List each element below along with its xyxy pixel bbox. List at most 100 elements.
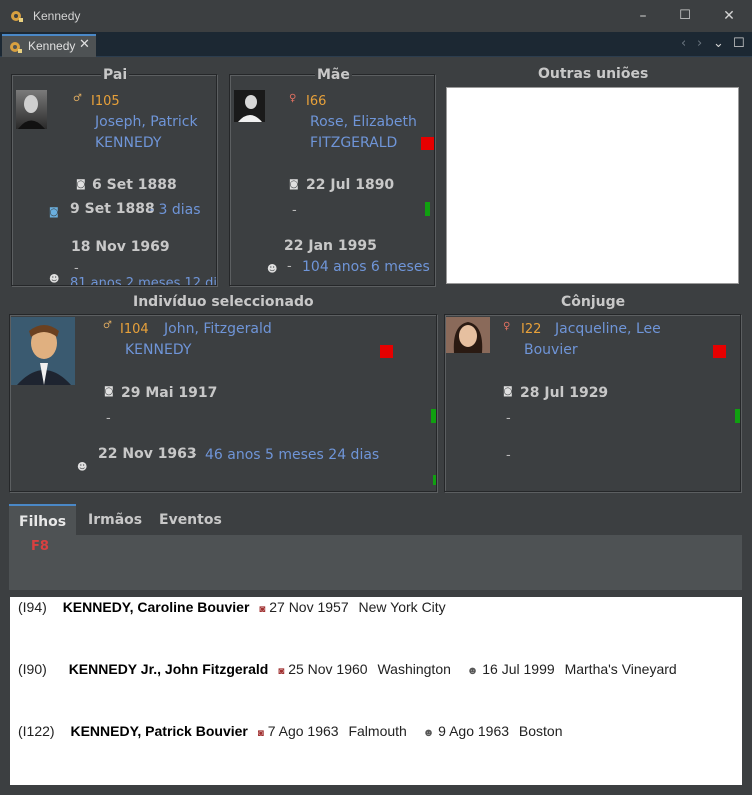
- mother-given-name[interactable]: Rose, Elizabeth: [310, 114, 417, 130]
- child-birth-date: 7 Ago 1963: [267, 723, 339, 739]
- selected-birth-place: -: [106, 411, 111, 426]
- app-icon: [11, 11, 23, 22]
- mother-photo: [234, 90, 265, 122]
- other-unions-title: Outras uniões: [536, 66, 651, 82]
- birth-icon: ◙: [259, 604, 266, 615]
- selected-given-name[interactable]: John, Fitzgerald: [164, 321, 272, 337]
- tab-events[interactable]: Eventos: [149, 504, 232, 536]
- mother-death-date: 22 Jan 1995: [284, 238, 377, 254]
- spouse-panel: ♀ I22 Jacqueline, Lee Bouvier ◙ 28 Jul 1…: [444, 314, 741, 492]
- list-item[interactable]: (I90) KENNEDY Jr., John Fitzgerald ◙ 25 …: [18, 661, 677, 677]
- child-birth-place: New York City: [358, 599, 446, 615]
- female-icon: ♀: [289, 93, 297, 104]
- close-tab-icon[interactable]: ✕: [79, 37, 90, 52]
- father-given-name[interactable]: Joseph, Patrick: [95, 114, 198, 130]
- list-item[interactable]: (I122) KENNEDY, Patrick Bouvier ◙ 7 Ago …: [18, 723, 563, 739]
- maximize-button[interactable]: ☐: [671, 4, 699, 28]
- female-icon: ♀: [503, 321, 511, 332]
- birth-icon: ◙: [104, 386, 114, 397]
- selected-death-age: 46 anos 5 meses 24 dias: [205, 447, 380, 463]
- father-surname[interactable]: KENNEDY: [95, 135, 161, 151]
- child-death-date: 16 Jul 1999: [482, 661, 555, 677]
- mother-id[interactable]: I66: [306, 94, 326, 109]
- spouse-birth-place: -: [506, 411, 511, 426]
- status-bar-green: [431, 409, 436, 423]
- spouse-photo: [446, 317, 490, 353]
- mother-death-place: -: [287, 259, 292, 274]
- skull-icon: ☻: [77, 462, 88, 473]
- mother-surname[interactable]: FITZGERALD: [310, 135, 397, 151]
- male-icon: ♂: [103, 320, 112, 331]
- child-name: KENNEDY, Patrick Bouvier: [70, 723, 248, 739]
- father-id[interactable]: I105: [91, 94, 120, 109]
- editor-tab-strip: Kennedy ✕: [0, 32, 752, 57]
- skull-icon: ☻: [49, 274, 60, 285]
- window-title: Kennedy: [33, 9, 81, 23]
- family-header: F8: [9, 535, 742, 590]
- child-id: (I90): [18, 661, 47, 677]
- child-death-place: Boston: [518, 723, 563, 739]
- nav-left-icon[interactable]: ‹: [681, 36, 686, 51]
- child-birth-place: Washington: [377, 661, 451, 677]
- birth-icon: ◙: [503, 386, 513, 397]
- birth-icon: ◙: [257, 728, 264, 739]
- selected-group-title: Indivíduo seleccionado: [131, 294, 316, 310]
- father-death-place: -: [74, 261, 79, 276]
- tab-children[interactable]: Filhos: [9, 504, 76, 536]
- children-list: (I94) KENNEDY, Caroline Bouvier ◙ 27 Nov…: [10, 597, 742, 785]
- status-flag-red: [713, 345, 726, 358]
- skull-icon: ☻: [466, 665, 479, 677]
- minimize-button[interactable]: –: [629, 4, 657, 28]
- father-baptism-date: 9 Set 1888: [70, 201, 155, 217]
- nav-right-icon[interactable]: ›: [697, 36, 702, 51]
- maximize-view-icon[interactable]: ☐: [733, 36, 745, 51]
- list-item[interactable]: (I94) KENNEDY, Caroline Bouvier ◙ 27 Nov…: [18, 599, 446, 615]
- child-name: KENNEDY Jr., John Fitzgerald: [68, 661, 269, 677]
- tab-label: Kennedy: [28, 39, 76, 53]
- tab-kennedy[interactable]: Kennedy ✕: [2, 34, 96, 57]
- title-bar: Kennedy – ☐ ✕: [0, 0, 752, 32]
- skull-icon: ☻: [422, 727, 435, 739]
- chevron-down-icon[interactable]: ⌄: [713, 36, 724, 51]
- male-icon: ♂: [73, 93, 82, 104]
- child-death-place: Martha's Vineyard: [564, 661, 677, 677]
- child-birth-date: 27 Nov 1957: [269, 599, 349, 615]
- selected-birth-date: 29 Mai 1917: [121, 385, 218, 401]
- baptism-icon: ◙: [49, 207, 59, 218]
- selected-id[interactable]: I104: [120, 322, 149, 337]
- close-window-button[interactable]: ✕: [715, 4, 743, 28]
- selected-individual-panel: ♂ I104 John, Fitzgerald KENNEDY ◙ 29 Mai…: [9, 314, 437, 492]
- status-bar-green-lower: [433, 475, 436, 485]
- child-birth-place: Falmouth: [348, 723, 407, 739]
- selected-death-separator: -: [192, 447, 197, 462]
- father-panel: ♂ I105 Joseph, Patrick KENNEDY ◙ 6 Set 1…: [11, 74, 217, 286]
- selected-surname[interactable]: KENNEDY: [125, 342, 191, 358]
- child-death-date: 9 Ago 1963: [438, 723, 510, 739]
- birth-icon: ◙: [278, 666, 285, 677]
- status-bar-green: [735, 409, 740, 423]
- mother-death-age: 104 anos 6 meses: [302, 259, 430, 275]
- spouse-surname[interactable]: Bouvier: [524, 342, 578, 358]
- spouse-group-title: Cônjuge: [559, 294, 628, 310]
- mother-birth-place: -: [292, 203, 297, 218]
- spouse-death-place: -: [506, 448, 511, 463]
- father-death-date: 18 Nov 1969: [71, 239, 170, 255]
- selected-photo: [11, 317, 75, 385]
- family-tree-icon: [10, 42, 22, 53]
- father-death-age: 81 anos 2 meses 12 dias: [70, 276, 217, 286]
- child-id: (I94): [18, 599, 47, 615]
- father-baptism-relative: - 3 dias: [149, 202, 201, 218]
- tab-siblings[interactable]: Irmãos: [78, 504, 152, 536]
- child-id: (I122): [18, 723, 55, 739]
- skull-icon: ☻: [267, 264, 278, 275]
- spouse-id[interactable]: I22: [521, 322, 541, 337]
- other-unions-list[interactable]: [446, 87, 739, 284]
- child-birth-date: 25 Nov 1960: [288, 661, 368, 677]
- mother-group-title: Mãe: [315, 67, 352, 83]
- spouse-birth-date: 28 Jul 1929: [520, 385, 609, 401]
- mother-birth-date: 22 Jul 1890: [306, 177, 395, 193]
- selected-death-date: 22 Nov 1963: [98, 446, 197, 462]
- spouse-given-name[interactable]: Jacqueline, Lee: [555, 321, 661, 337]
- family-id[interactable]: F8: [31, 539, 49, 554]
- mother-panel: ♀ I66 Rose, Elizabeth FITZGERALD ◙ 22 Ju…: [229, 74, 435, 286]
